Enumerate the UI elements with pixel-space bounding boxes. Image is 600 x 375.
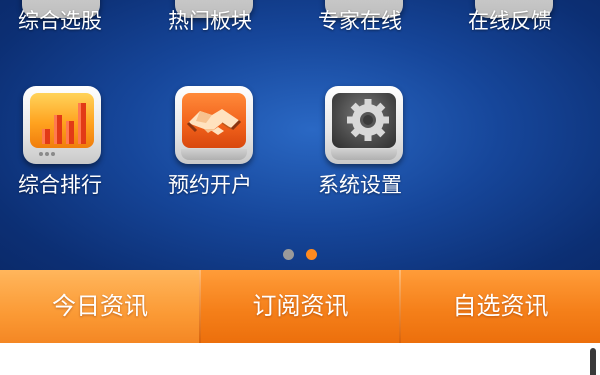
- page-dot-2-active[interactable]: [306, 249, 317, 260]
- app-screen: 综合选股 热门板块 专家在线 在线反馈 综合排行 预约开户 系统设置 今日资讯 …: [0, 0, 600, 375]
- tab-watchlist-news[interactable]: 自选资讯: [401, 270, 600, 343]
- bar-chart-graphic: [42, 103, 86, 144]
- app-label-ranking[interactable]: 综合排行: [18, 172, 102, 198]
- page-dot-1[interactable]: [283, 249, 294, 260]
- news-list: [0, 343, 600, 375]
- icon-base: [331, 149, 397, 160]
- app-label-account-opening[interactable]: 预约开户: [168, 172, 252, 198]
- handshake-icon: [182, 93, 246, 148]
- app-label-expert-online[interactable]: 专家在线: [318, 8, 402, 34]
- launcher-panel: 综合选股 热门板块 专家在线 在线反馈 综合排行 预约开户 系统设置: [0, 0, 600, 270]
- scrollbar[interactable]: [590, 348, 596, 375]
- news-item-peek[interactable]: [18, 365, 128, 375]
- app-label-hot-sectors[interactable]: 热门板块: [168, 8, 252, 34]
- indicator-dot: [45, 152, 49, 156]
- news-tab-bar: 今日资讯 订阅资讯 自选资讯: [0, 270, 600, 343]
- app-label-stock-picker[interactable]: 综合选股: [18, 8, 102, 34]
- indicator-dot: [51, 152, 55, 156]
- tab-today-news[interactable]: 今日资讯: [0, 270, 200, 343]
- ranking-app-icon[interactable]: [23, 86, 101, 164]
- settings-app-icon[interactable]: [325, 86, 403, 164]
- account-opening-app-icon[interactable]: [175, 86, 253, 164]
- bar-chart-icon: [30, 93, 94, 148]
- indicator-dot: [39, 152, 43, 156]
- gear-graphic: [347, 99, 389, 141]
- app-label-settings[interactable]: 系统设置: [318, 172, 402, 198]
- tab-subscribed-news[interactable]: 订阅资讯: [201, 270, 400, 343]
- handshake-graphic: [186, 109, 242, 135]
- app-label-feedback[interactable]: 在线反馈: [468, 8, 552, 34]
- icon-base: [181, 149, 247, 160]
- gear-icon: [332, 93, 396, 148]
